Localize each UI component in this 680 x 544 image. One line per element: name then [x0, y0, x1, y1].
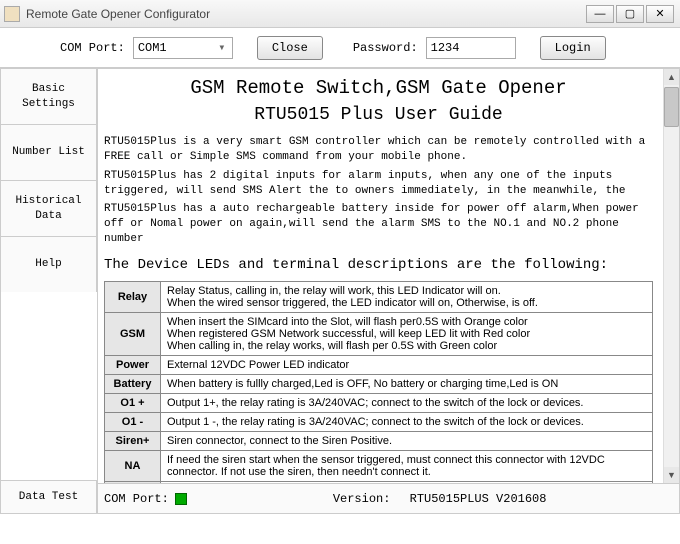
doc-paragraph: RTU5015Plus has 2 digital inputs for ala…	[104, 169, 653, 199]
table-row: O1 +Output 1+, the relay rating is 3A/24…	[105, 393, 653, 412]
device-table: RelayRelay Status, calling in, the relay…	[104, 281, 653, 483]
table-row-key: Battery	[105, 374, 161, 393]
table-row: NAIf need the siren start when the senso…	[105, 450, 653, 481]
window-title: Remote Gate Opener Configurator	[26, 7, 586, 21]
com-port-value: COM1	[138, 41, 167, 55]
close-window-button[interactable]: ✕	[646, 5, 674, 23]
sidebar: Basic Settings Number List Historical Da…	[0, 68, 98, 514]
doc-paragraph: RTU5015Plus is a very smart GSM controll…	[104, 135, 653, 165]
doc-paragraph: RTU5015Plus has a auto rechargeable batt…	[104, 202, 653, 247]
status-com-label: COM Port:	[104, 492, 169, 506]
sidebar-item-basic-settings[interactable]: Basic Settings	[0, 68, 97, 124]
maximize-button[interactable]: ▢	[616, 5, 644, 23]
table-row: Siren+Siren connector, connect to the Si…	[105, 431, 653, 450]
scrollbar-thumb[interactable]	[664, 87, 679, 127]
toolbar: COM Port: COM1 ▾ Close Password: Login	[0, 28, 680, 68]
table-row-key: Relay	[105, 281, 161, 312]
com-port-label: COM Port:	[60, 41, 125, 55]
table-row-key: Power	[105, 355, 161, 374]
table-row-value: Relay Status, calling in, the relay will…	[161, 281, 653, 312]
table-row-value: Output 1+, the relay rating is 3A/240VAC…	[161, 393, 653, 412]
table-row-value: When battery is fullly charged,Led is OF…	[161, 374, 653, 393]
sidebar-item-data-test[interactable]: Data Test	[0, 480, 97, 514]
close-button[interactable]: Close	[257, 36, 323, 60]
login-button[interactable]: Login	[540, 36, 606, 60]
table-row-value: When insert the SIMcard into the Slot, w…	[161, 312, 653, 355]
doc-subheading: The Device LEDs and terminal description…	[104, 257, 653, 273]
sidebar-item-number-list[interactable]: Number List	[0, 124, 97, 180]
table-row-key: NA	[105, 450, 161, 481]
status-led-icon	[175, 493, 187, 505]
status-version-label: Version:	[333, 492, 391, 506]
password-label: Password:	[353, 41, 418, 55]
sidebar-item-help[interactable]: Help	[0, 236, 97, 292]
doc-heading-2: RTU5015 Plus User Guide	[104, 105, 653, 125]
password-input[interactable]	[426, 37, 516, 59]
table-row: GSMWhen insert the SIMcard into the Slot…	[105, 312, 653, 355]
table-row-key: O1 -	[105, 412, 161, 431]
table-row: RelayRelay Status, calling in, the relay…	[105, 281, 653, 312]
status-version-value: RTU5015PLUS V201608	[410, 492, 547, 506]
app-icon	[4, 6, 20, 22]
scroll-down-icon[interactable]: ▼	[664, 467, 679, 483]
sidebar-item-historical-data[interactable]: Historical Data	[0, 180, 97, 236]
table-row-value: Siren connector, connect to the Siren Po…	[161, 431, 653, 450]
table-row: BatteryWhen battery is fullly charged,Le…	[105, 374, 653, 393]
table-row: O1 -Output 1 -, the relay rating is 3A/2…	[105, 412, 653, 431]
vertical-scrollbar[interactable]: ▲ ▼	[663, 69, 679, 483]
table-row-key: GSM	[105, 312, 161, 355]
scroll-up-icon[interactable]: ▲	[664, 69, 679, 85]
table-row-value: External 12VDC Power LED indicator	[161, 355, 653, 374]
content-pane: GSM Remote Switch,GSM Gate Opener RTU501…	[98, 68, 680, 514]
doc-heading-1: GSM Remote Switch,GSM Gate Opener	[104, 77, 653, 99]
status-bar: COM Port: Version: RTU5015PLUS V201608	[98, 483, 679, 513]
title-bar: Remote Gate Opener Configurator — ▢ ✕	[0, 0, 680, 28]
chevron-down-icon: ▾	[214, 40, 230, 56]
table-row-key: O1 +	[105, 393, 161, 412]
com-port-select[interactable]: COM1 ▾	[133, 37, 233, 59]
table-row-key: Siren+	[105, 431, 161, 450]
table-row: PowerExternal 12VDC Power LED indicator	[105, 355, 653, 374]
minimize-button[interactable]: —	[586, 5, 614, 23]
table-row-value: Output 1 -, the relay rating is 3A/240VA…	[161, 412, 653, 431]
table-row-value: If need the siren start when the sensor …	[161, 450, 653, 481]
document-view: GSM Remote Switch,GSM Gate Opener RTU501…	[98, 69, 663, 483]
